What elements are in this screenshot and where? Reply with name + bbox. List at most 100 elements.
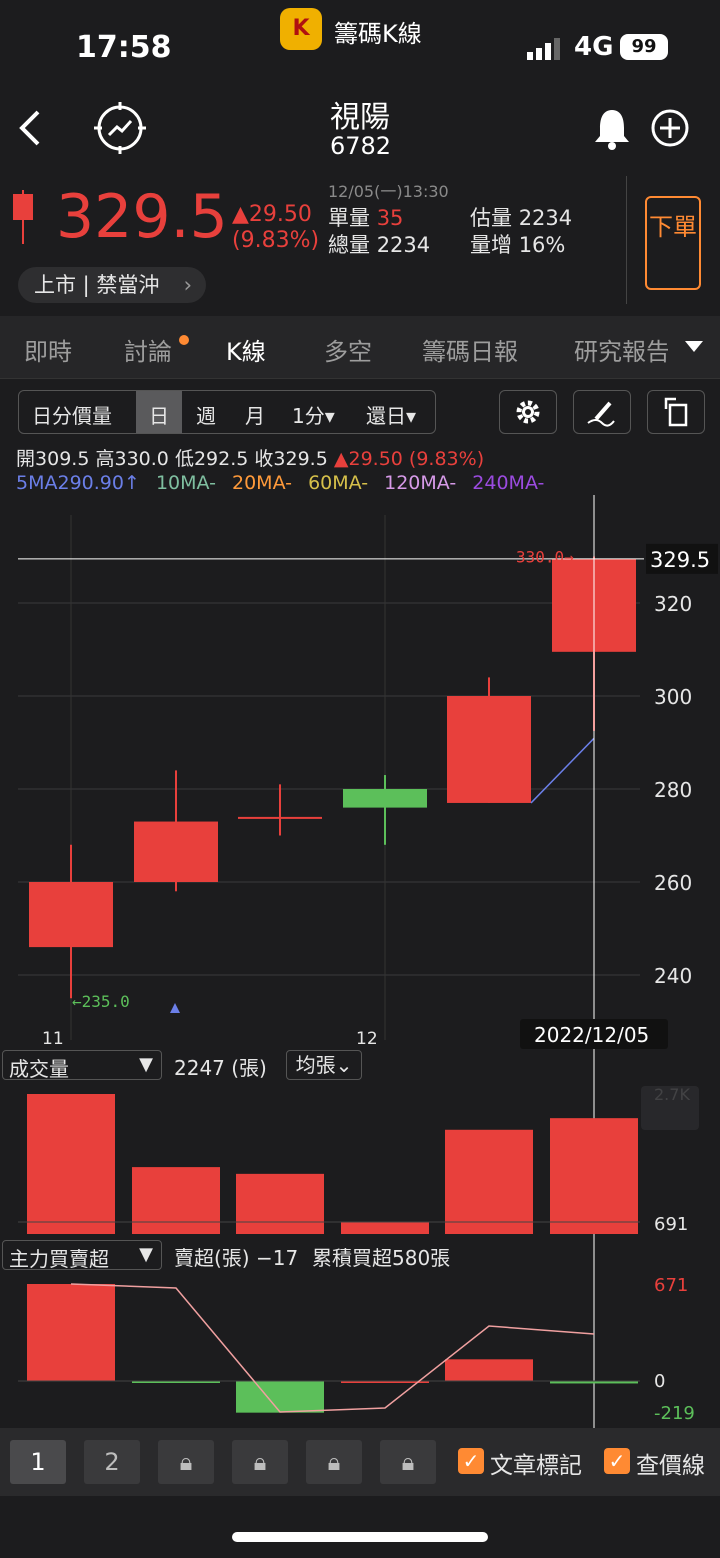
crosshair-date-label: 2022/12/05 xyxy=(534,1023,649,1047)
lock-icon: 🔒︎ xyxy=(253,1448,267,1476)
lock-icon: 🔒︎ xyxy=(401,1448,415,1476)
tab-discussion[interactable]: 討論 xyxy=(124,332,172,367)
y-tick-label: 320 xyxy=(654,592,692,616)
locked-page-button[interactable]: 🔒︎ xyxy=(158,1440,214,1484)
price-line-label: 查價線 xyxy=(636,1453,705,1479)
signal-icon xyxy=(527,38,560,60)
trend-target-icon[interactable] xyxy=(92,100,148,156)
chart-area[interactable]: 320 300 280 260 240 11 12 329.5 330.0→ ←235.0 2022… xyxy=(0,490,720,1428)
volume-bar xyxy=(341,1221,429,1234)
high-value: 330.0 xyxy=(114,448,169,470)
ohlc-change: ▲29.50 (9.83%) xyxy=(333,448,485,470)
page-2-button[interactable]: 2 xyxy=(84,1440,140,1484)
week-button[interactable]: 週 xyxy=(196,400,216,429)
tab-kline[interactable]: K線 xyxy=(226,332,266,367)
cumulative-line xyxy=(70,1283,595,1413)
market-tag[interactable]: 上市 | 禁當沖 › xyxy=(18,267,206,303)
chip-axis-label: 671 xyxy=(654,1275,688,1296)
day-button-label: 日 xyxy=(149,404,169,428)
close-label: 收 xyxy=(254,448,274,470)
volume-bar xyxy=(236,1173,324,1234)
month-button[interactable]: 月 xyxy=(245,400,265,429)
locked-page-button[interactable]: 🔒︎ xyxy=(306,1440,362,1484)
tab-more-button[interactable] xyxy=(668,316,720,378)
volume-increase: 量增 16% xyxy=(470,229,565,259)
volume-bar xyxy=(132,1167,220,1234)
article-mark-checkbox[interactable]: ✓ xyxy=(458,1448,484,1474)
chip-bar xyxy=(236,1381,324,1413)
quote-datetime: 12/05(一)13:30 xyxy=(328,182,449,201)
ma5-line xyxy=(530,737,595,804)
pen-icon xyxy=(587,401,615,427)
adjust-button[interactable]: 還日▾ xyxy=(366,400,416,429)
price-line-checkbox[interactable]: ✓ xyxy=(604,1448,630,1474)
rotate-button[interactable] xyxy=(647,390,705,434)
chevron-right-icon: › xyxy=(183,273,192,297)
low-value: 292.5 xyxy=(193,448,249,470)
chip-axis-label: -219 xyxy=(654,1403,695,1424)
order-button[interactable]: 下單 xyxy=(645,196,701,290)
lock-icon: 🔒︎ xyxy=(179,1448,193,1476)
open-label: 開 xyxy=(16,448,36,470)
y-tick-label: 240 xyxy=(654,964,692,988)
x-tick-label: 12 xyxy=(356,1029,378,1049)
signal-triangle-icon xyxy=(170,1003,180,1013)
stock-price: 329.5 xyxy=(56,182,228,252)
total-volume: 總量 2234 xyxy=(328,229,430,259)
volume-bar xyxy=(27,1094,115,1234)
estimated-volume-value: 2234 xyxy=(518,206,573,230)
volume-scale-button xyxy=(641,1086,699,1130)
estimated-volume-label: 估量 xyxy=(470,206,512,230)
volume-increase-value: 16% xyxy=(518,233,566,257)
article-mark-label: 文章標記 xyxy=(490,1453,582,1479)
volume-axis-label: 691 xyxy=(654,1214,688,1235)
price-change: ▲29.50 xyxy=(232,202,312,227)
chip-axis-label: 0 xyxy=(654,1371,665,1392)
total-volume-label: 總量 xyxy=(328,233,370,257)
single-volume: 單量 35 xyxy=(328,202,403,232)
volume-bar xyxy=(445,1129,533,1234)
page-1-button[interactable]: 1 xyxy=(10,1440,66,1484)
volume-bar xyxy=(550,1118,638,1234)
stock-name: 視陽 xyxy=(330,100,390,135)
back-icon[interactable] xyxy=(14,108,44,148)
y-tick-label: 280 xyxy=(654,778,692,802)
candle-body xyxy=(238,816,322,819)
candle-body xyxy=(447,696,531,803)
status-time: 17:58 xyxy=(76,30,172,65)
single-volume-value: 35 xyxy=(376,206,404,230)
open-value: 309.5 xyxy=(35,448,90,470)
locked-page-button[interactable]: 🔒︎ xyxy=(232,1440,288,1484)
network-label: 4G xyxy=(574,32,614,62)
minute-button[interactable]: 1分▾ xyxy=(292,400,335,429)
locked-page-button[interactable]: 🔒︎ xyxy=(380,1440,436,1484)
daily-volume-button[interactable]: 日分價量 xyxy=(32,400,112,429)
candle-body xyxy=(134,821,218,882)
tab-long-short[interactable]: 多空 xyxy=(324,332,372,367)
volume-increase-label: 量增 xyxy=(470,233,512,257)
y-tick-label: 300 xyxy=(654,685,692,709)
tab-chip-daily[interactable]: 籌碼日報 xyxy=(422,332,518,367)
high-label: 高 xyxy=(95,448,115,470)
candle-body xyxy=(343,789,427,808)
low-price-tag: ←235.0 xyxy=(72,992,130,1011)
last-price-label: 329.5 xyxy=(650,548,710,572)
home-indicator xyxy=(232,1532,488,1542)
candle-body xyxy=(29,882,113,948)
settings-button[interactable] xyxy=(499,390,557,434)
add-icon[interactable] xyxy=(650,108,690,148)
price-change-pct: (9.83%) xyxy=(232,228,320,253)
ohlc-line: 開309.5 高330.0 低292.5 收329.5 ▲29.50 (9.83… xyxy=(16,444,484,471)
lock-icon: 🔒︎ xyxy=(327,1448,341,1476)
stock-code: 6782 xyxy=(330,132,392,160)
high-price-tag: 330.0→ xyxy=(516,548,574,567)
estimated-volume: 估量 2234 xyxy=(470,202,572,232)
y-tick-label: 260 xyxy=(654,871,692,895)
app-name: 籌碼K線 xyxy=(334,20,422,48)
draw-button[interactable] xyxy=(573,390,631,434)
triangle-down-icon xyxy=(685,341,703,352)
tab-realtime[interactable]: 即時 xyxy=(24,332,72,367)
tab-research[interactable]: 研究報告 xyxy=(574,332,668,367)
notification-dot xyxy=(179,335,189,345)
bell-icon[interactable] xyxy=(592,106,632,150)
